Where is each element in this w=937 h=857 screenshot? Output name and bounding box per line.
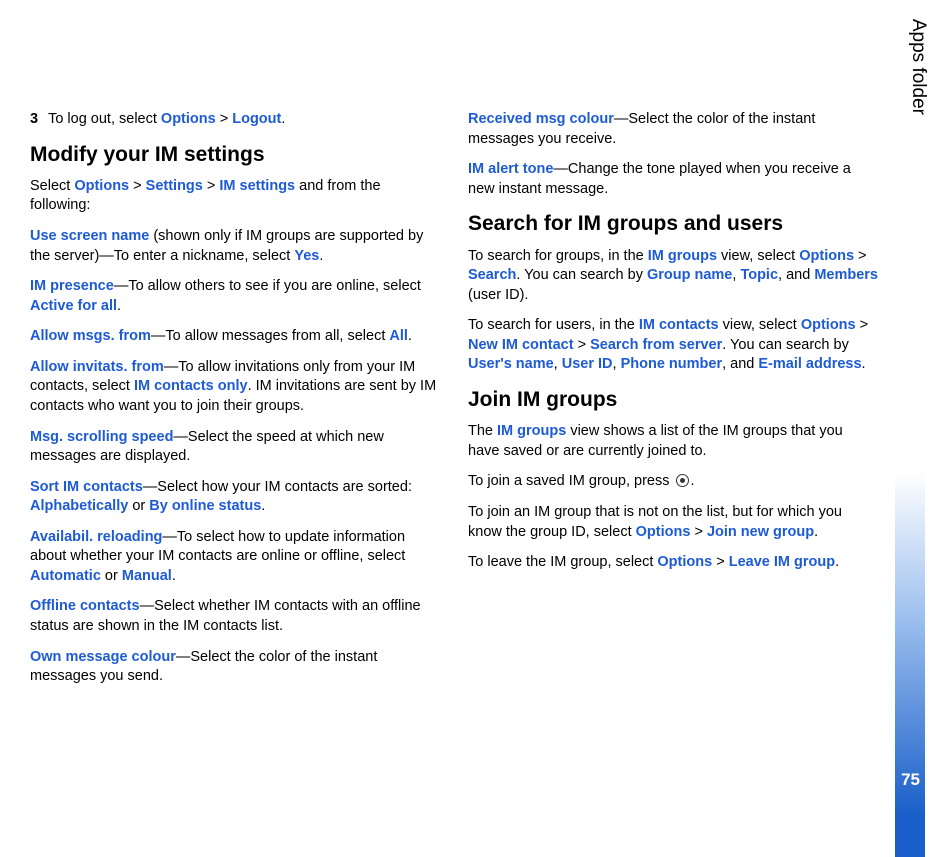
step-3: 3 To log out, select Options > Logout. [30, 110, 440, 130]
p-join-new: To join an IM group that is not on the l… [468, 503, 878, 542]
p-im-presence: IM presence—To allow others to see if yo… [30, 277, 440, 316]
heading-join-im-groups: Join IM groups [468, 386, 878, 414]
document-page: 3 To log out, select Options > Logout. M… [0, 0, 937, 738]
im-contacts-only-label: IM contacts only [134, 378, 248, 394]
options-label: Options [801, 317, 856, 333]
p-search-users: To search for users, in the IM contacts … [468, 316, 878, 375]
step-text: To log out, select Options > Logout. [48, 110, 285, 130]
users-name-label: User's name [468, 356, 554, 372]
all-label: All [389, 328, 408, 344]
new-im-contact-label: New IM contact [468, 337, 574, 353]
p-search-groups: To search for groups, in the IM groups v… [468, 247, 878, 306]
section-title: Apps folder [905, 19, 931, 115]
heading-modify-im-settings: Modify your IM settings [30, 141, 440, 169]
options-label: Options [74, 178, 129, 194]
column-right: Received msg colour—Select the color of … [468, 110, 878, 698]
page-sidebar: Apps folder 75 [883, 0, 937, 857]
p-msg-scrolling-speed: Msg. scrolling speed—Select the speed at… [30, 428, 440, 467]
options-label: Options [799, 248, 854, 264]
p-join-intro: The IM groups view shows a list of the I… [468, 422, 878, 461]
p-use-screen-name: Use screen name (shown only if IM groups… [30, 227, 440, 266]
active-for-all-label: Active for all [30, 298, 117, 314]
p-join-saved: To join a saved IM group, press . [468, 472, 878, 492]
im-settings-label: IM settings [219, 178, 295, 194]
im-groups-label: IM groups [497, 423, 566, 439]
setting-label: Use screen name [30, 228, 149, 244]
p-received-msg-colour: Received msg colour—Select the color of … [468, 110, 878, 149]
p-select-settings: Select Options > Settings > IM settings … [30, 177, 440, 216]
joystick-icon [676, 474, 689, 487]
leave-im-group-label: Leave IM group [729, 554, 835, 570]
p-allow-msgs-from: Allow msgs. from—To allow messages from … [30, 327, 440, 347]
members-label: Members [814, 267, 878, 283]
page-number: 75 [901, 769, 920, 792]
p-im-alert-tone: IM alert tone—Change the tone played whe… [468, 160, 878, 199]
settings-label: Settings [146, 178, 203, 194]
yes-label: Yes [294, 248, 319, 264]
setting-label: Sort IM contacts [30, 479, 143, 495]
step-number: 3 [30, 110, 38, 130]
p-sort-im-contacts: Sort IM contacts—Select how your IM cont… [30, 478, 440, 517]
im-groups-label: IM groups [648, 248, 717, 264]
search-label: Search [468, 267, 516, 283]
setting-label: Availabil. reloading [30, 529, 162, 545]
topic-label: Topic [740, 267, 778, 283]
email-address-label: E-mail address [758, 356, 861, 372]
options-label: Options [657, 554, 712, 570]
join-new-group-label: Join new group [707, 524, 814, 540]
group-name-label: Group name [647, 267, 732, 283]
p-availabil-reloading: Availabil. reloading—To select how to up… [30, 528, 440, 587]
search-from-server-label: Search from server [590, 337, 722, 353]
options-label: Options [636, 524, 691, 540]
setting-label: Msg. scrolling speed [30, 429, 173, 445]
heading-search-im: Search for IM groups and users [468, 210, 878, 238]
setting-label: IM presence [30, 278, 114, 294]
sidebar-gradient [895, 0, 925, 857]
by-online-status-label: By online status [149, 498, 261, 514]
options-label: Options [161, 111, 216, 127]
column-left: 3 To log out, select Options > Logout. M… [30, 110, 440, 698]
setting-label: Allow msgs. from [30, 328, 151, 344]
alphabetically-label: Alphabetically [30, 498, 128, 514]
phone-number-label: Phone number [621, 356, 723, 372]
setting-label: Allow invitats. from [30, 359, 164, 375]
setting-label: Own message colour [30, 649, 176, 665]
setting-label: Offline contacts [30, 598, 140, 614]
p-allow-invitats-from: Allow invitats. from—To allow invitation… [30, 358, 440, 417]
p-own-message-colour: Own message colour—Select the color of t… [30, 648, 440, 687]
user-id-label: User ID [562, 356, 613, 372]
p-offline-contacts: Offline contacts—Select whether IM conta… [30, 597, 440, 636]
p-leave-group: To leave the IM group, select Options > … [468, 553, 878, 573]
automatic-label: Automatic [30, 568, 101, 584]
logout-label: Logout [232, 111, 281, 127]
setting-label: IM alert tone [468, 161, 553, 177]
im-contacts-label: IM contacts [639, 317, 719, 333]
setting-label: Received msg colour [468, 111, 614, 127]
manual-label: Manual [122, 568, 172, 584]
